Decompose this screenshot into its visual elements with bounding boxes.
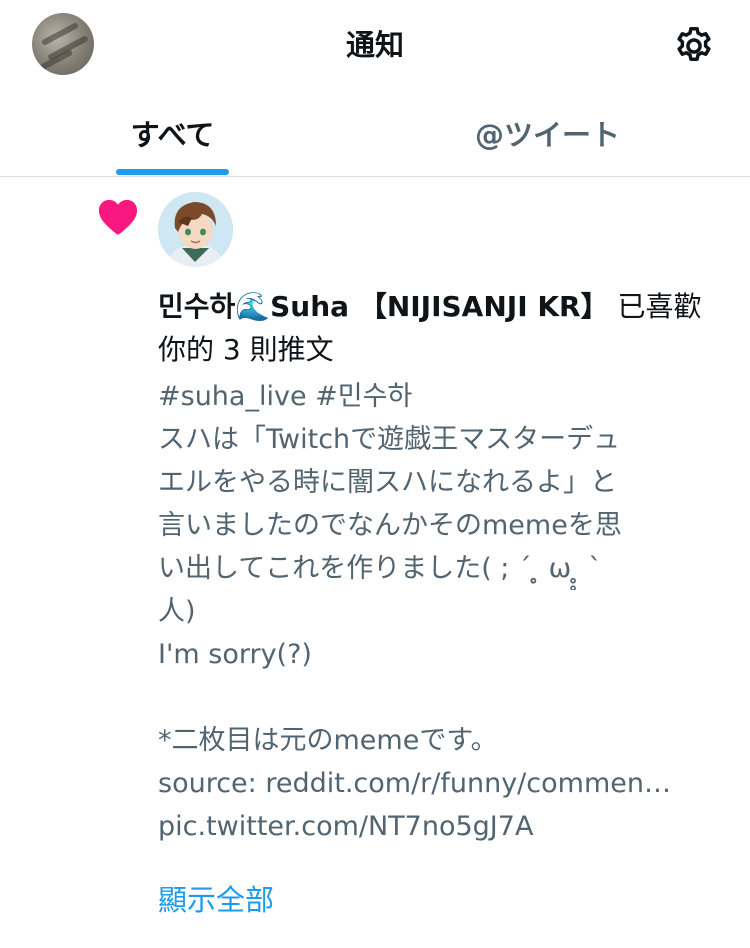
- tab-mentions[interactable]: @ツイート: [345, 90, 750, 176]
- tweet-line: *二枚目は元のmemeです。: [158, 725, 498, 756]
- tweet-line: スハは「Twitchで遊戯王マスターデュ: [158, 424, 621, 455]
- tweet-line: 人): [158, 596, 196, 627]
- page-title: 通知: [345, 28, 404, 62]
- tweet-line: エルをやる時に闇スハになれるよ」と: [158, 467, 617, 498]
- active-tab-indicator: [116, 169, 229, 175]
- tweet-line: [158, 676, 718, 719]
- tweet-line: I'm sorry(?): [158, 639, 312, 670]
- settings-button[interactable]: [668, 20, 720, 72]
- user-name[interactable]: 민수하🌊Suha 【NIJISANJI KR】: [158, 290, 609, 323]
- show-all-link[interactable]: 顯示全部: [158, 878, 274, 922]
- tab-all[interactable]: すべて: [0, 90, 345, 176]
- tweet-preview[interactable]: #suha_live #민수하 スハは「Twitchで遊戯王マスターデュ エルを…: [158, 375, 718, 848]
- heart-icon: [98, 199, 138, 235]
- tweet-source-link[interactable]: source: reddit.com/r/funny/commen…: [158, 762, 718, 805]
- tweet-line: #suha_live #민수하: [158, 381, 413, 412]
- notification-text: 민수하🌊Suha 【NIJISANJI KR】 已喜歡你的 3 則推文: [158, 285, 718, 371]
- top-bar: 通知: [0, 0, 750, 90]
- gear-icon: [677, 27, 711, 61]
- tweet-line: い出してこれを作りました( ; ´ ̥̥̥ ω ̥̥̥ `: [158, 553, 602, 584]
- user-avatar[interactable]: [158, 192, 233, 267]
- like-notification[interactable]: 민수하🌊Suha 【NIJISANJI KR】 已喜歡你的 3 則推文 #suh…: [0, 177, 750, 948]
- tweet-pic-link[interactable]: pic.twitter.com/NT7no5gJ7A: [158, 805, 718, 848]
- user-avatar-illustration: [158, 192, 233, 267]
- notification-tabs: すべて @ツイート: [0, 90, 750, 176]
- tweet-line: 言いましたのでなんかそのmemeを思: [158, 510, 622, 541]
